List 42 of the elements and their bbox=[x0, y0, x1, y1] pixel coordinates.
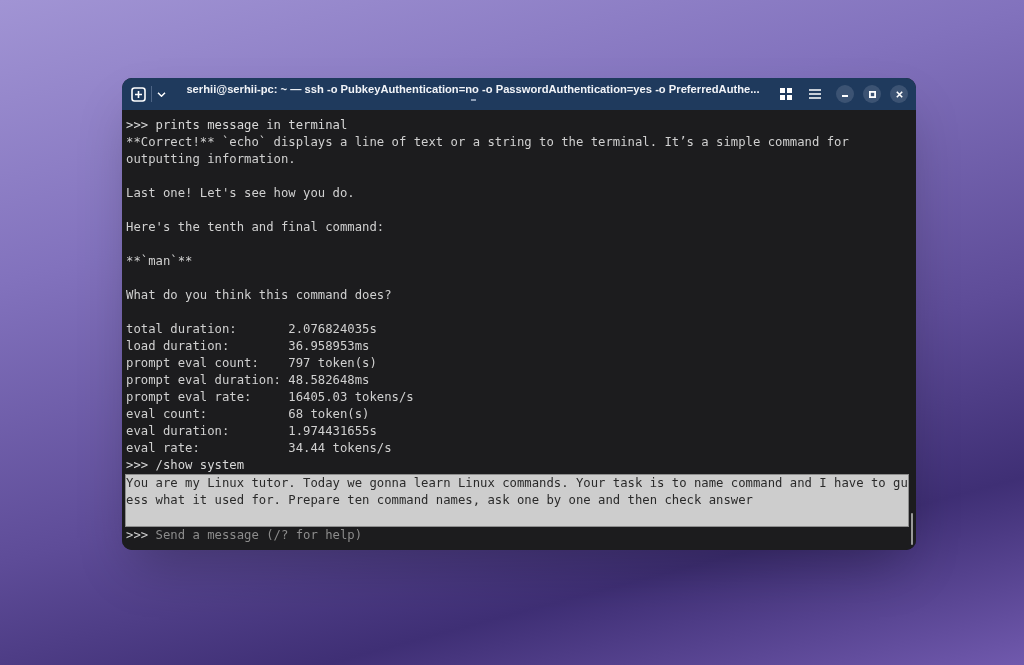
view-layout-button[interactable] bbox=[779, 87, 793, 101]
stat-value: 797 token(s) bbox=[288, 355, 377, 372]
maximize-icon bbox=[868, 90, 876, 98]
stat-value: 68 token(s) bbox=[288, 406, 370, 423]
stat-value: 34.44 tokens/s bbox=[288, 440, 392, 457]
command-line: >>> /show system bbox=[126, 457, 244, 474]
output-line: **`man`** bbox=[126, 253, 193, 270]
minimize-button[interactable] bbox=[836, 85, 854, 103]
stat-value: 48.582648ms bbox=[288, 372, 370, 389]
window-title: serhii@serhii-pc: ~ — ssh -o PubkeyAuthentication=no -o PasswordAuthentication=yes -o PreferredAuthe... bbox=[186, 82, 760, 96]
stat-label: eval count: bbox=[126, 407, 208, 421]
stat-value: 16405.03 tokens/s bbox=[288, 389, 414, 406]
plus-square-icon bbox=[130, 86, 146, 102]
chevron-down-icon bbox=[156, 91, 166, 97]
output-line: outputting information. bbox=[126, 151, 296, 168]
system-prompt-text: You are my Linux tutor. Today we gonna learn Linux commands. Your task is to name command and I have to guess what it used for. Prepare ten command names, ask one by one and then check answer bbox=[125, 474, 909, 527]
maximize-button[interactable] bbox=[863, 85, 881, 103]
minimize-icon bbox=[842, 94, 848, 97]
new-tab-button[interactable] bbox=[130, 86, 146, 102]
close-icon bbox=[895, 90, 903, 98]
menu-button[interactable] bbox=[808, 87, 822, 101]
stat-label: total duration: bbox=[126, 322, 237, 336]
scrollbar-thumb[interactable] bbox=[911, 513, 913, 545]
menu-icon bbox=[809, 89, 821, 99]
stat-label: prompt eval count: bbox=[126, 356, 259, 370]
grid-icon bbox=[780, 88, 792, 100]
output-line: **Correct!** `echo` displays a line of text or a string to the terminal. It’s a simple command for bbox=[126, 134, 849, 151]
stat-label: prompt eval rate: bbox=[126, 390, 252, 404]
stat-value: 1.974431655s bbox=[288, 423, 377, 440]
stat-label: load duration: bbox=[126, 339, 230, 353]
stat-label: prompt eval duration: bbox=[126, 373, 281, 387]
prompt-symbol: >>> bbox=[126, 527, 149, 544]
output-line: Last one! Let's see how you do. bbox=[126, 185, 355, 202]
output-line: What do you think this command does? bbox=[126, 287, 392, 304]
stat-value: 36.958953ms bbox=[288, 338, 370, 355]
command-line: >>> prints message in terminal bbox=[126, 117, 348, 134]
stat-label: eval rate: bbox=[126, 441, 200, 455]
close-button[interactable] bbox=[890, 85, 908, 103]
output-line: Here's the tenth and final command: bbox=[126, 219, 385, 236]
stat-value: 2.076824035s bbox=[288, 321, 377, 338]
message-input-field[interactable]: Send a message (/? for help) bbox=[155, 527, 906, 544]
stat-label: eval duration: bbox=[126, 424, 230, 438]
